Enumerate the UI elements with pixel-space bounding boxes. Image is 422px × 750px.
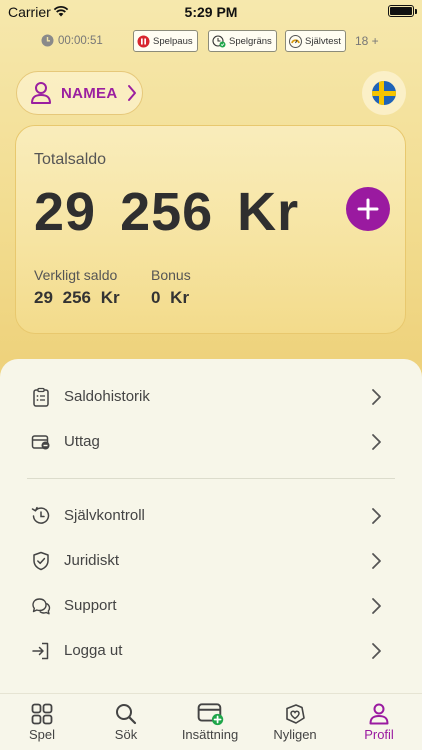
logout-icon [32, 642, 49, 660]
tab-profil[interactable]: Profil [337, 694, 421, 750]
menu-divider [27, 478, 395, 479]
spelgrans-icon [212, 34, 226, 47]
chevron-right-icon [372, 553, 381, 569]
balance-card: Totalsaldo 29 256 Kr Verkligt saldo 29 2… [15, 125, 406, 334]
spelpaus-icon [137, 35, 150, 47]
grid-icon [31, 703, 53, 725]
status-bar: Carrier 5:29 PM [0, 0, 422, 24]
clock: 5:29 PM [184, 4, 238, 20]
tab-spel[interactable]: Spel [0, 694, 84, 750]
self-control-icon [31, 506, 50, 524]
tab-bar: Spel Sök Insättning Nyligen Profil [0, 693, 422, 750]
chevron-right-icon [372, 434, 381, 450]
search-icon [116, 704, 137, 725]
menu-item-label: Saldohistorik [64, 388, 150, 405]
bonus-label: Bonus [151, 267, 191, 283]
real-balance-label: Verkligt saldo [34, 267, 118, 283]
total-balance-title: Totalsaldo [34, 151, 107, 168]
plus-icon [357, 198, 379, 220]
tab-label: Insättning [181, 727, 239, 742]
shield-check-icon [33, 551, 49, 571]
menu-item-support[interactable]: Support [0, 584, 422, 628]
menu-item-label: Support [64, 597, 117, 614]
tab-insattning[interactable]: Insättning [168, 694, 252, 750]
tab-label: Spel [28, 727, 56, 742]
real-balance-value: 29 256 Kr [34, 288, 120, 307]
battery-icon [388, 5, 417, 17]
person-icon [31, 82, 51, 104]
tab-label: Profil [364, 727, 394, 742]
menu-item-label: Logga ut [64, 642, 123, 659]
profile-brand-button[interactable]: NAMEA [16, 71, 143, 115]
chevron-right-icon [372, 643, 381, 659]
clock-icon [41, 34, 54, 47]
menu-item-label: Uttag [64, 433, 100, 450]
chevron-right-icon [372, 389, 381, 405]
responsible-gaming-bar: 00:00:51 Spelpaus Spelgräns Självtest 18… [0, 30, 422, 52]
bonus-value: 0 Kr [151, 288, 190, 307]
clipboard-icon [33, 387, 49, 407]
menu-item-label: Självkontroll [64, 507, 145, 524]
deposit-plus-button[interactable] [346, 187, 390, 231]
withdraw-card-icon [31, 435, 50, 450]
chevron-right-icon [372, 598, 381, 614]
tab-sok[interactable]: Sök [84, 694, 168, 750]
profile-icon [369, 703, 389, 725]
tab-label: Sök [114, 727, 138, 742]
chat-bubbles-icon [32, 598, 51, 615]
total-balance-amount: 29 256 Kr [34, 182, 300, 242]
menu-item-label: Juridiskt [64, 552, 120, 569]
spelgrans-button[interactable]: Spelgräns [208, 30, 277, 52]
session-timer: 00:00:51 [41, 34, 103, 47]
sjalvtest-icon [289, 34, 302, 48]
age-limit-label: 18 + [355, 34, 379, 48]
profile-menu: Saldohistorik Uttag Självkontroll Juridi… [0, 359, 422, 693]
sjalvtest-button[interactable]: Självtest [285, 30, 346, 52]
menu-item-uttag[interactable]: Uttag [0, 420, 422, 464]
language-button[interactable] [362, 71, 406, 115]
spelpaus-label: Spelpaus [153, 35, 193, 47]
session-timer-value: 00:00:51 [58, 34, 103, 47]
heart-icon [286, 704, 305, 724]
tab-nyligen[interactable]: Nyligen [253, 694, 337, 750]
tab-label: Nyligen [273, 727, 317, 742]
menu-item-juridiskt[interactable]: Juridiskt [0, 539, 422, 583]
sjalvtest-label: Självtest [305, 35, 341, 47]
spelpaus-button[interactable]: Spelpaus [133, 30, 198, 52]
chevron-right-icon [127, 85, 136, 101]
brand-label: NAMEA [61, 84, 118, 102]
spelgrans-label: Spelgräns [229, 35, 272, 47]
menu-item-sjalvkontroll[interactable]: Självkontroll [0, 494, 422, 538]
chevron-right-icon [372, 508, 381, 524]
sweden-flag-icon [372, 81, 396, 105]
menu-item-logga-ut[interactable]: Logga ut [0, 629, 422, 673]
deposit-card-icon [197, 703, 224, 726]
menu-item-saldohistorik[interactable]: Saldohistorik [0, 375, 422, 419]
